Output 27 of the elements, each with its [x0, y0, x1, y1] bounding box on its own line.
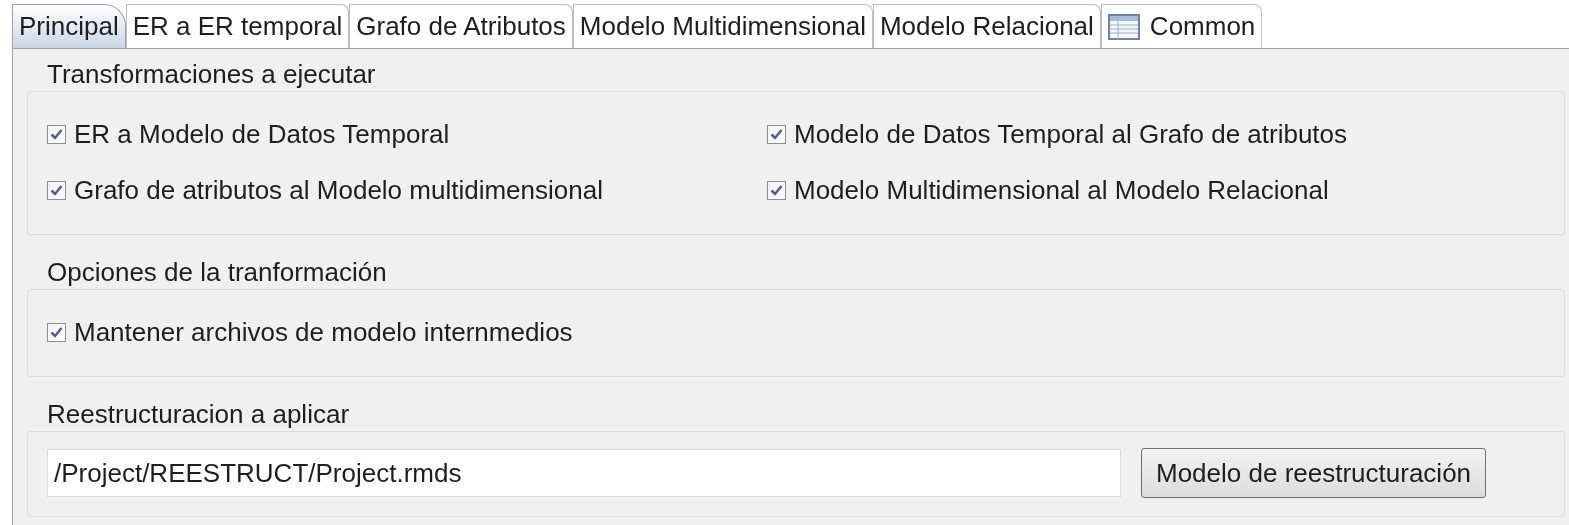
checkmark-icon [50, 127, 63, 141]
checkbox-option[interactable]: Mantener archivos de modelo internmedios [47, 310, 767, 354]
checkmark-icon [770, 127, 783, 141]
group-title: Transformaciones a ejecutar [47, 57, 376, 91]
group-title: Opciones de la tranformación [47, 255, 387, 289]
checkmark-icon [50, 183, 63, 197]
path-field[interactable]: /Project/REESTRUCT/Project.rmds [47, 449, 1121, 497]
checkbox-option[interactable]: ER a Modelo de Datos Temporal [47, 112, 767, 156]
checkbox[interactable] [47, 124, 66, 144]
tab[interactable]: Grafo de Atributos [349, 4, 573, 48]
tab[interactable]: Modelo Relacional [872, 4, 1101, 48]
checkbox[interactable] [767, 180, 786, 200]
checkbox-option[interactable]: Modelo de Datos Temporal al Grafo de atributos [767, 112, 1564, 156]
tab[interactable]: Common [1100, 4, 1263, 48]
checkbox-option[interactable]: Modelo Multidimensional al Modelo Relacional [767, 168, 1564, 212]
group-title: Reestructuracion a aplicar [47, 397, 350, 431]
checkbox-option[interactable]: Grafo de atributos al Modelo multidimensional [47, 168, 767, 212]
restructure-model-button[interactable]: Modelo de reestructuración [1141, 448, 1487, 498]
checkbox[interactable] [47, 180, 66, 200]
checkbox[interactable] [47, 322, 66, 342]
table-icon [1107, 13, 1140, 40]
tab[interactable]: Principal [12, 4, 126, 48]
tab[interactable]: Modelo Multidimensional [572, 4, 873, 48]
checkbox[interactable] [767, 124, 786, 144]
tab[interactable]: ER a ER temporal [125, 4, 350, 48]
checkmark-icon [770, 183, 783, 197]
checkmark-icon [50, 325, 63, 339]
